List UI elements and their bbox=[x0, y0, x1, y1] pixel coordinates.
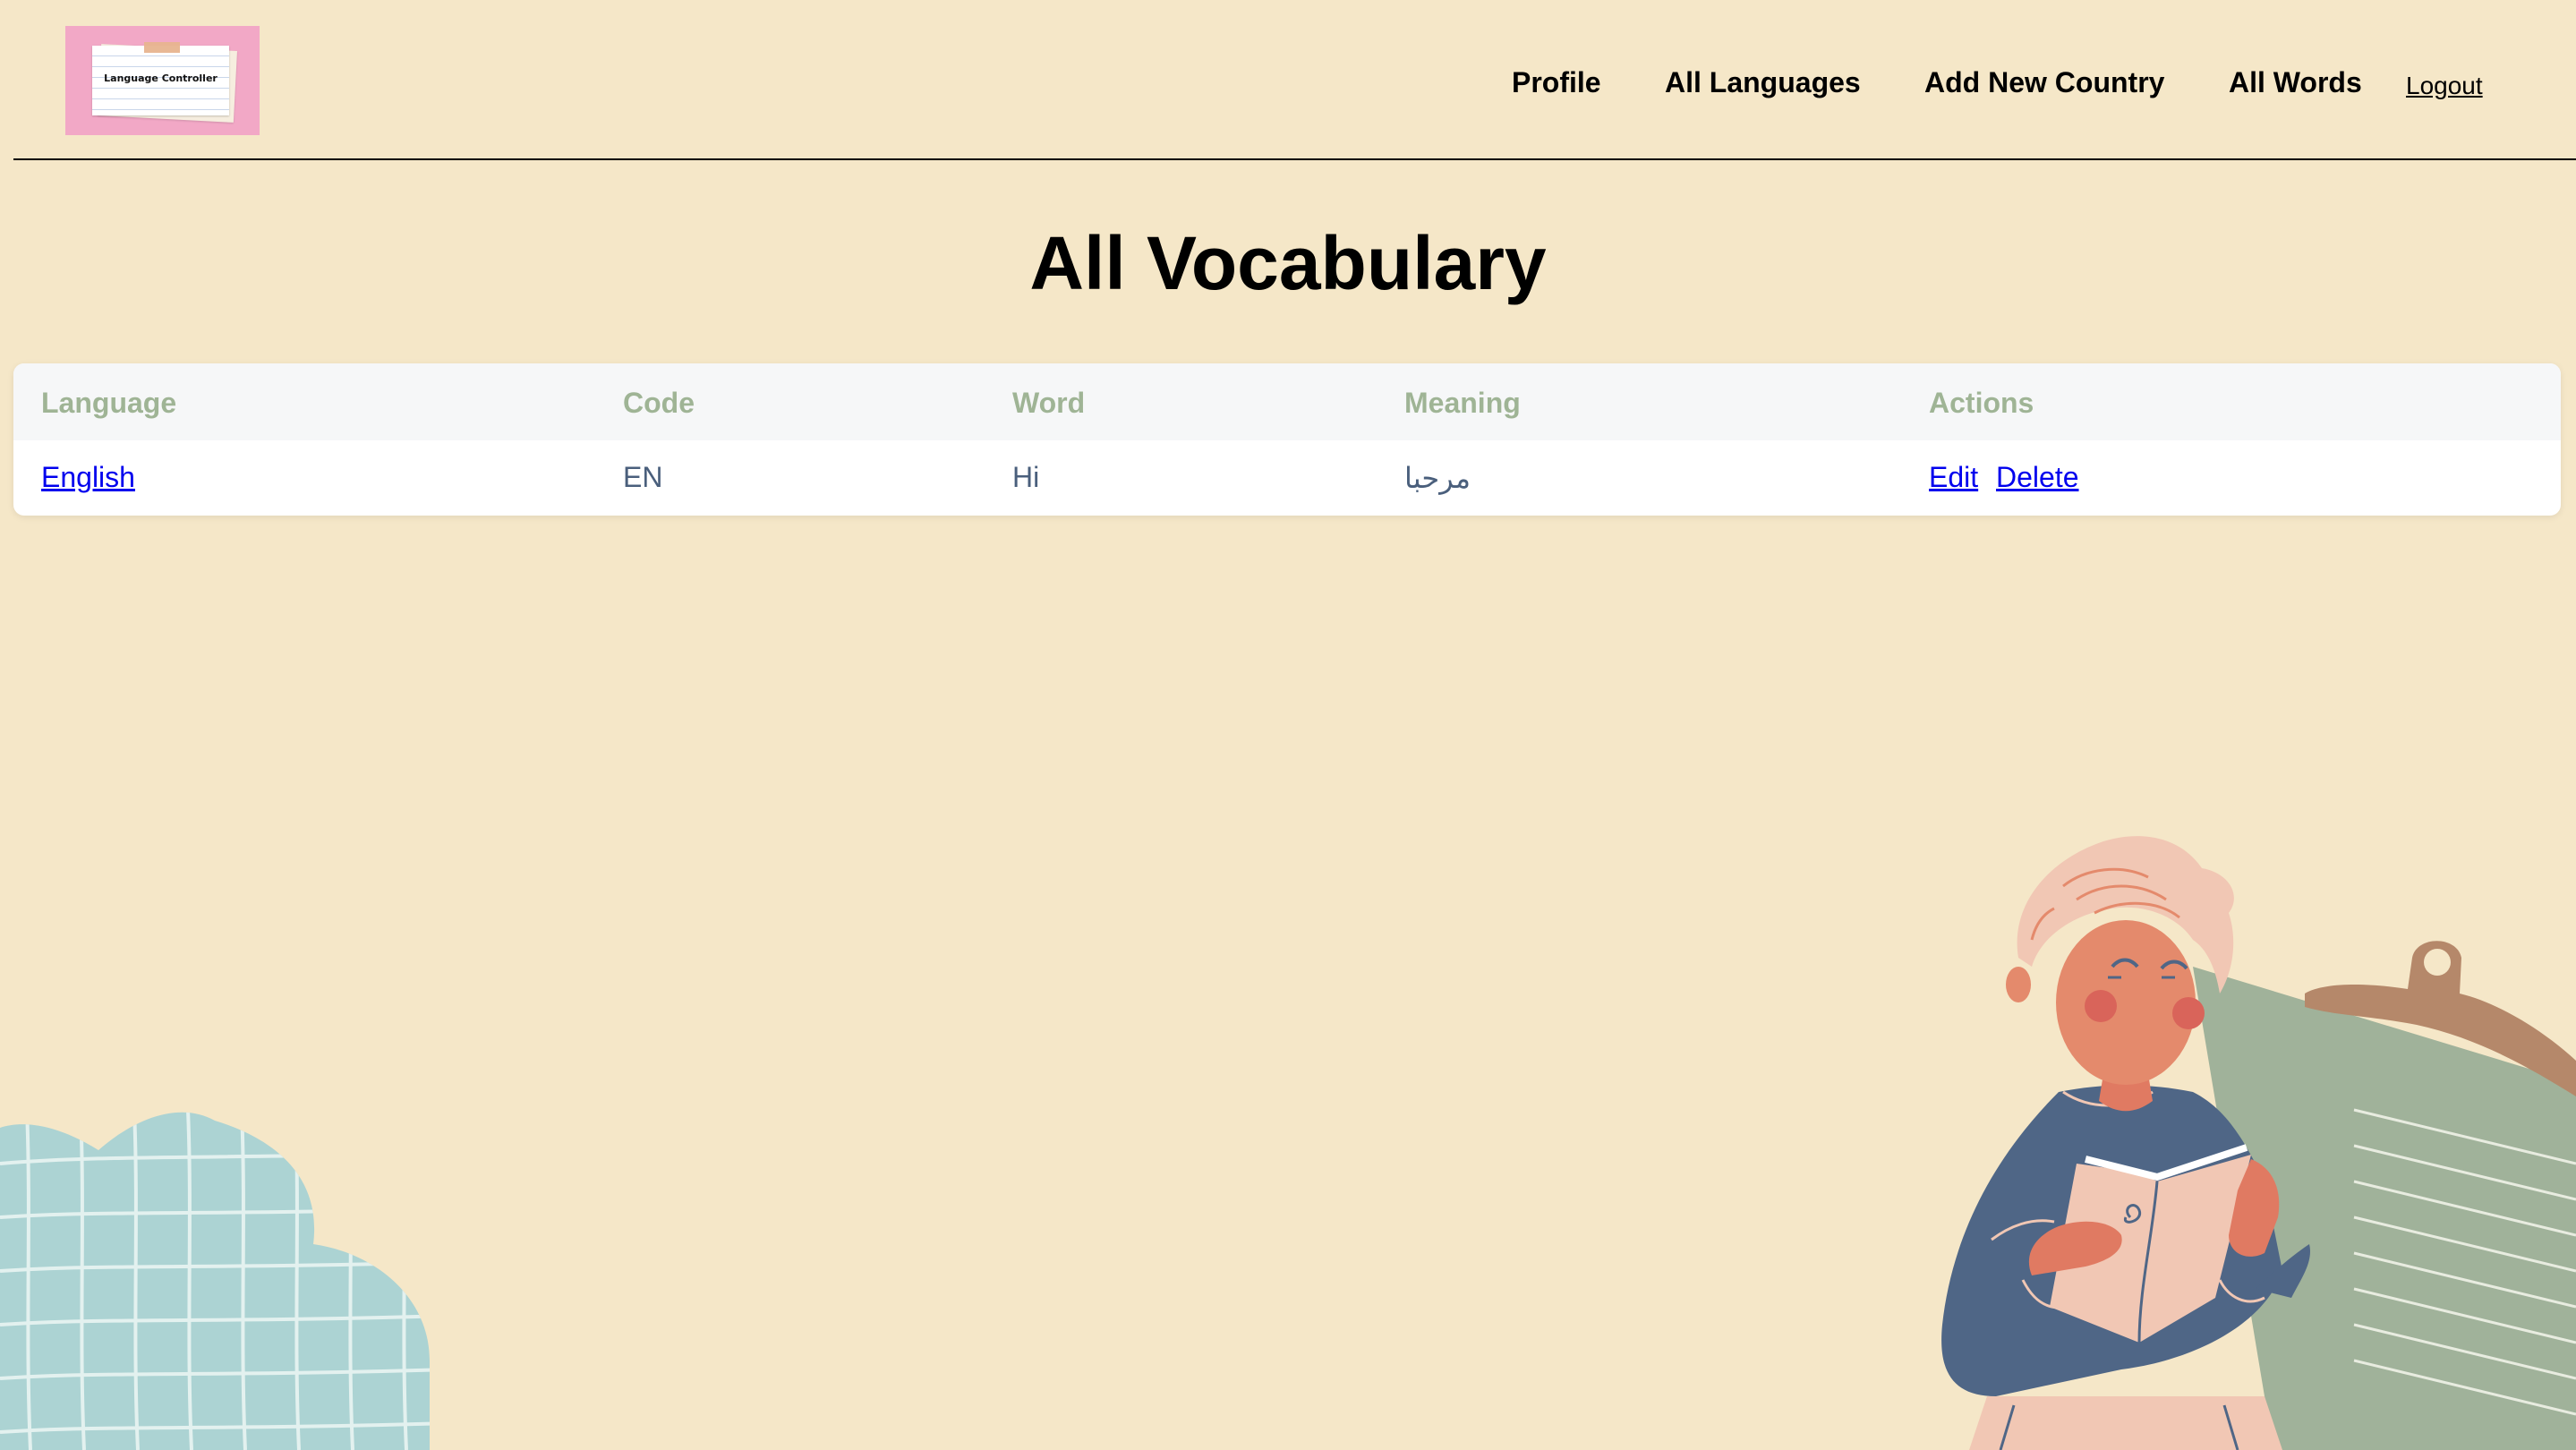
logo[interactable]: Language Controller bbox=[65, 26, 260, 135]
top-navbar: Language Controller Profile All Language… bbox=[0, 0, 2576, 161]
header-divider bbox=[13, 158, 2576, 160]
table-header-row: Language Code Word Meaning Actions bbox=[13, 363, 2561, 440]
column-header-code: Code bbox=[623, 387, 695, 419]
nav-all-languages-link[interactable]: All Languages bbox=[1665, 66, 1861, 99]
page-title: All Vocabulary bbox=[1029, 221, 1547, 305]
edit-link[interactable]: Edit bbox=[1929, 461, 1978, 494]
meaning-cell: مرحبا bbox=[1404, 462, 1471, 494]
logo-text: Language Controller bbox=[104, 72, 218, 84]
nav-profile-link[interactable]: Profile bbox=[1512, 66, 1601, 99]
delete-link[interactable]: Delete bbox=[1996, 461, 2079, 494]
logout-link[interactable]: Logout bbox=[2406, 72, 2483, 100]
logo-tape bbox=[144, 42, 180, 53]
nav-add-new-country-link[interactable]: Add New Country bbox=[1924, 66, 2164, 99]
language-link[interactable]: English bbox=[41, 461, 135, 494]
nav-all-words-link[interactable]: All Words bbox=[2229, 66, 2362, 99]
person-reading-illustration bbox=[1941, 836, 2576, 1450]
teal-grid-blob-illustration bbox=[0, 1112, 430, 1450]
word-cell: Hi bbox=[1012, 461, 1040, 493]
column-header-word: Word bbox=[1012, 387, 1086, 419]
column-header-actions: Actions bbox=[1929, 387, 2034, 419]
column-header-language: Language bbox=[41, 387, 177, 419]
code-cell: EN bbox=[623, 461, 663, 493]
vocabulary-table: Language Code Word Meaning Actions Engli… bbox=[13, 363, 2561, 516]
column-header-meaning: Meaning bbox=[1404, 387, 1521, 419]
